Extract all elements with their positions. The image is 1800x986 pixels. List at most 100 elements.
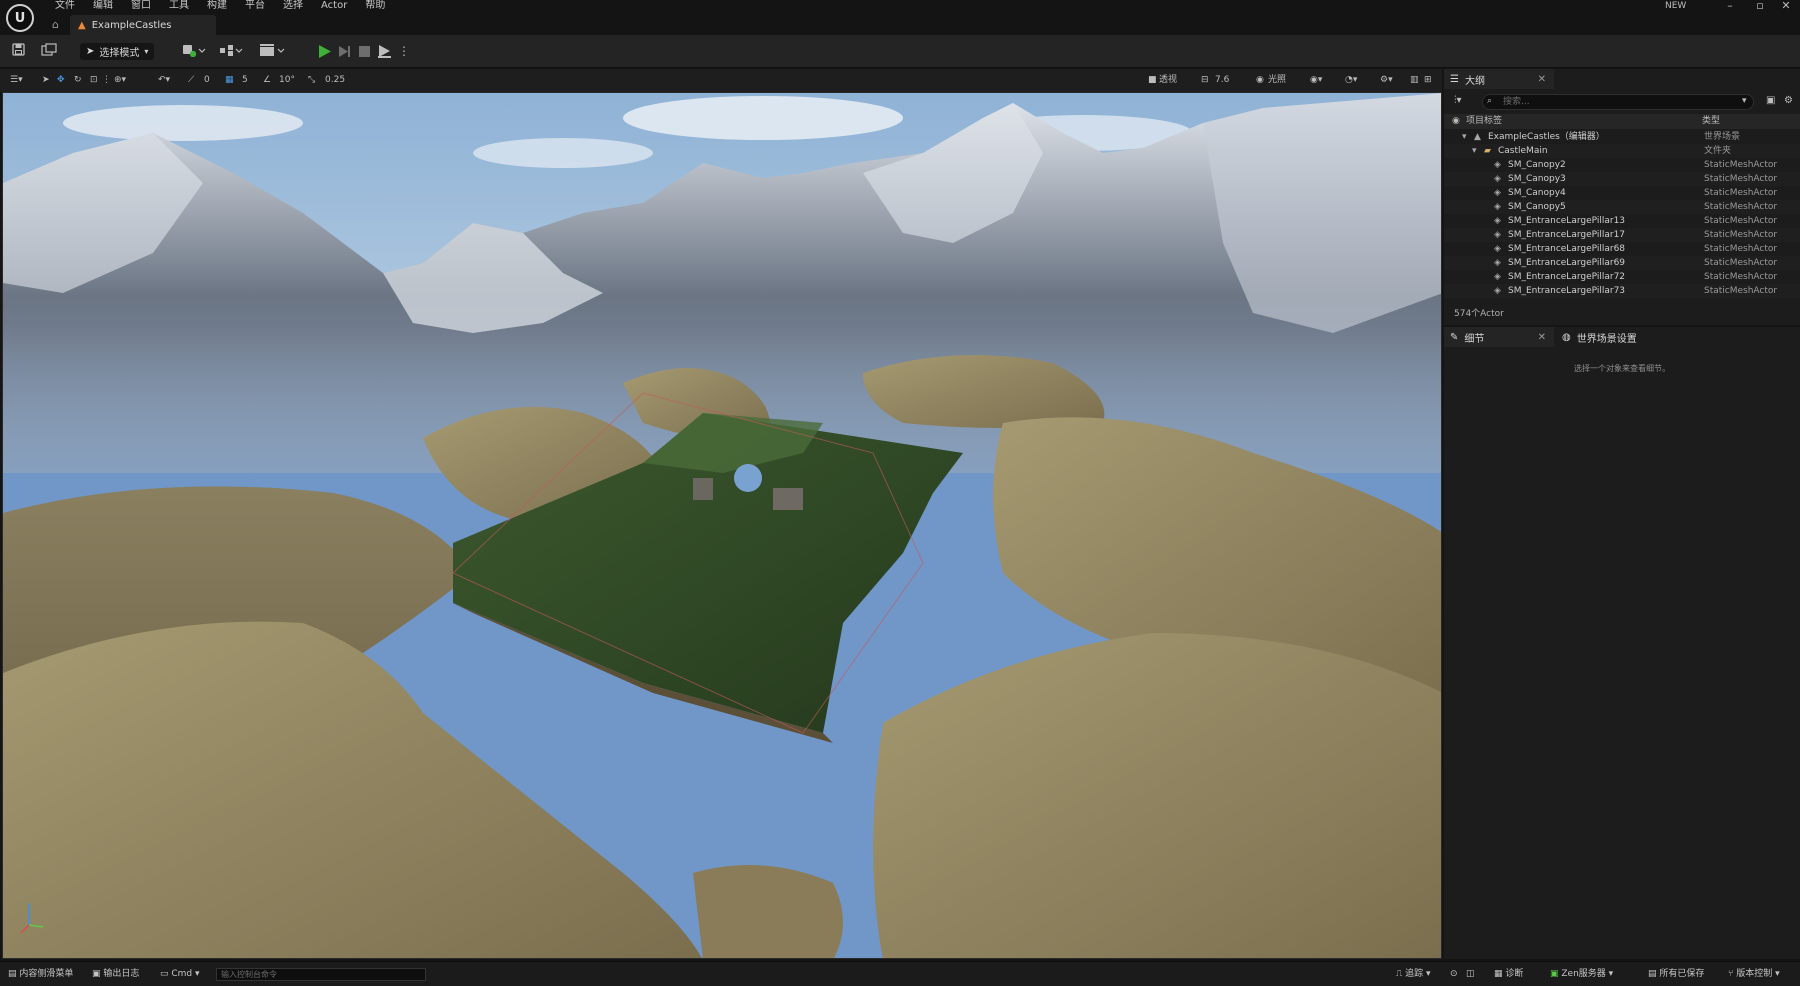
menu-platforms[interactable]: 平台 bbox=[236, 0, 274, 13]
close-button[interactable]: ✕ bbox=[1772, 0, 1800, 14]
selection-mode-label: 选择模式 bbox=[99, 48, 140, 59]
settings-icon[interactable]: ⚙▾ bbox=[1380, 73, 1393, 88]
translate-tool-icon[interactable]: ✥ bbox=[57, 73, 65, 88]
cmd-dropdown[interactable]: ▭ Cmd ▾ bbox=[160, 967, 200, 982]
outliner-row[interactable]: ◈ SM_EntranceLargePillar73 StaticMeshActor bbox=[1444, 284, 1800, 298]
trace-icon: ⎍ bbox=[1396, 969, 1406, 979]
selection-mode-dropdown[interactable]: ➤ 选择模式 ▾ bbox=[80, 43, 154, 60]
outliner-search-input[interactable]: 搜索... bbox=[1482, 94, 1754, 110]
camera-speed-value[interactable]: 7.6 bbox=[1215, 73, 1229, 88]
translate-snap-value[interactable]: 0 bbox=[204, 73, 210, 88]
more-icon[interactable]: ⋮ bbox=[102, 73, 111, 88]
camera-speed-icon[interactable]: ⊟ bbox=[1201, 73, 1209, 88]
expand-arrow-icon[interactable]: ▾ bbox=[1472, 144, 1477, 158]
layout-icon[interactable]: ▥ bbox=[1410, 73, 1419, 88]
outliner-row[interactable]: ◈ SM_EntranceLargePillar13 StaticMeshActor bbox=[1444, 214, 1800, 228]
all-saved-button[interactable]: ▤ 所有已保存 bbox=[1648, 967, 1704, 982]
console-command-input[interactable]: 输入控制台命令 bbox=[216, 968, 426, 981]
play-icon[interactable] bbox=[317, 44, 332, 59]
home-icon[interactable]: ⌂ bbox=[52, 19, 64, 31]
rotation-snap-value[interactable]: 10° bbox=[279, 73, 295, 88]
close-icon[interactable]: ✕ bbox=[1538, 332, 1546, 343]
details-empty-message: 选择一个对象来查看细节。 bbox=[1574, 364, 1670, 373]
visibility-icon[interactable]: ◉ bbox=[1452, 114, 1460, 129]
expand-arrow-icon[interactable]: ▾ bbox=[1462, 130, 1467, 144]
outliner-row-label: SM_EntranceLargePillar68 bbox=[1508, 244, 1626, 254]
minimize-button[interactable]: – bbox=[1716, 0, 1744, 14]
settings-icon[interactable]: ⚙ bbox=[1784, 95, 1793, 106]
surface-snap-icon[interactable]: ↶▾ bbox=[158, 73, 170, 88]
outliner-row[interactable]: ▾ ▰ CastleMain 文件夹 bbox=[1444, 144, 1800, 158]
details-tab[interactable]: ✎ 细节 ✕ bbox=[1444, 327, 1554, 347]
menu-window[interactable]: 窗口 bbox=[122, 0, 160, 13]
cinematics-icon[interactable] bbox=[258, 43, 286, 59]
grid-snap-icon[interactable]: ▦ bbox=[225, 73, 234, 88]
axis-gizmo-icon bbox=[17, 899, 47, 935]
save-icon[interactable] bbox=[10, 43, 26, 59]
source-control-button[interactable]: ⑂ 版本控制 ▾ bbox=[1728, 967, 1780, 982]
outliner-row[interactable]: ◈ SM_EntranceLargePillar69 StaticMeshActor bbox=[1444, 256, 1800, 270]
content-browser-icon[interactable] bbox=[40, 43, 58, 59]
blueprint-icon[interactable] bbox=[218, 43, 244, 59]
menu-tools[interactable]: 工具 bbox=[160, 0, 198, 13]
menu-help[interactable]: 帮助 bbox=[356, 0, 394, 13]
column-label[interactable]: 项目标签 bbox=[1466, 114, 1502, 129]
column-type[interactable]: 类型 bbox=[1702, 114, 1720, 129]
zen-server-button[interactable]: ▣ Zen服务器 ▾ bbox=[1550, 967, 1613, 982]
menu-select[interactable]: 选择 bbox=[274, 0, 312, 13]
outliner-row-type: StaticMeshActor bbox=[1704, 258, 1778, 268]
scale-tool-icon[interactable]: ⊡ bbox=[90, 73, 98, 88]
lit-mode-icon: ◉ bbox=[1256, 75, 1264, 85]
lit-mode-dropdown[interactable]: 光照 bbox=[1268, 73, 1286, 88]
more-icon[interactable]: ⋮ bbox=[398, 43, 410, 59]
rotate-tool-icon[interactable]: ↻ bbox=[74, 73, 82, 88]
outliner-row[interactable]: ◈ SM_Canopy5 StaticMeshActor bbox=[1444, 200, 1800, 214]
content-drawer-button[interactable]: ▤ 内容侧滑菜单 bbox=[8, 967, 73, 982]
perspective-dropdown[interactable]: 透视 bbox=[1159, 73, 1177, 88]
grid-snap-value[interactable]: 5 bbox=[242, 73, 248, 88]
output-log-button[interactable]: ▣ 输出日志 bbox=[92, 967, 139, 982]
menu-edit[interactable]: 编辑 bbox=[84, 0, 122, 13]
add-actor-icon[interactable] bbox=[181, 43, 207, 59]
coordinate-system-icon[interactable]: ⊕▾ bbox=[114, 73, 126, 88]
close-icon[interactable]: ✕ bbox=[1538, 74, 1546, 85]
menu-build[interactable]: 构建 bbox=[198, 0, 236, 13]
diagnostics-button[interactable]: ▦ 诊断 bbox=[1494, 967, 1523, 982]
level-viewport[interactable] bbox=[2, 92, 1442, 959]
viewport-options-icon[interactable]: ☰▾ bbox=[10, 73, 23, 88]
maximize-button[interactable]: ▫ bbox=[1746, 0, 1774, 14]
screenshot-icon[interactable]: ◫ bbox=[1466, 967, 1475, 982]
outliner-row[interactable]: ◈ SM_EntranceLargePillar72 StaticMeshActor bbox=[1444, 270, 1800, 284]
record-icon[interactable]: ⊙ bbox=[1450, 967, 1458, 982]
step-icon[interactable] bbox=[337, 44, 352, 59]
scale-snap-icon[interactable]: ⤡ bbox=[308, 73, 315, 88]
rotation-snap-icon[interactable]: ∠ bbox=[263, 73, 271, 88]
menu-actor[interactable]: Actor bbox=[312, 0, 356, 13]
outliner-row[interactable]: ▾ ▲ ExampleCastles（编辑器） 世界场景 bbox=[1444, 130, 1800, 144]
show-flags-icon[interactable]: ◉▾ bbox=[1310, 73, 1322, 88]
add-folder-icon[interactable]: ▣ bbox=[1766, 95, 1775, 106]
filter-icon[interactable]: ⫶▾ bbox=[1454, 95, 1462, 106]
translate-snap-icon[interactable]: ⟋ bbox=[188, 73, 194, 88]
chevron-down-icon[interactable]: ▾ bbox=[1742, 96, 1747, 106]
source-control-label: 版本控制 bbox=[1736, 969, 1773, 979]
realtime-icon[interactable]: ◔▾ bbox=[1345, 73, 1357, 88]
eject-icon[interactable] bbox=[377, 44, 392, 59]
outliner-row[interactable]: ◈ SM_Canopy4 StaticMeshActor bbox=[1444, 186, 1800, 200]
scale-snap-value[interactable]: 0.25 bbox=[325, 73, 345, 88]
outliner-row[interactable]: ◈ SM_EntranceLargePillar68 StaticMeshActor bbox=[1444, 242, 1800, 256]
outliner-row[interactable]: ◈ SM_Canopy2 StaticMeshActor bbox=[1444, 158, 1800, 172]
maximize-viewport-icon[interactable]: ⊞ bbox=[1424, 73, 1432, 88]
outliner-row[interactable]: ◈ SM_Canopy3 StaticMeshActor bbox=[1444, 172, 1800, 186]
world-settings-tab[interactable]: ◍ 世界场景设置 bbox=[1556, 327, 1676, 347]
outliner-tab[interactable]: ☰ 大纲 ✕ bbox=[1444, 69, 1554, 89]
menu-file[interactable]: 文件 bbox=[46, 0, 84, 13]
stop-icon[interactable] bbox=[357, 44, 372, 59]
unreal-logo-icon[interactable]: U bbox=[6, 4, 34, 32]
static-mesh-icon: ◈ bbox=[1494, 160, 1501, 170]
level-tab[interactable]: ▲ ExampleCastles bbox=[70, 15, 216, 35]
outliner-row[interactable]: ◈ SM_EntranceLargePillar17 StaticMeshActor bbox=[1444, 228, 1800, 242]
main-toolbar: ➤ 选择模式 ▾ ⋮ bbox=[0, 35, 1800, 68]
select-tool-icon[interactable]: ➤ bbox=[42, 73, 50, 88]
trace-button[interactable]: ⎍ 追踪 ▾ bbox=[1396, 967, 1431, 982]
